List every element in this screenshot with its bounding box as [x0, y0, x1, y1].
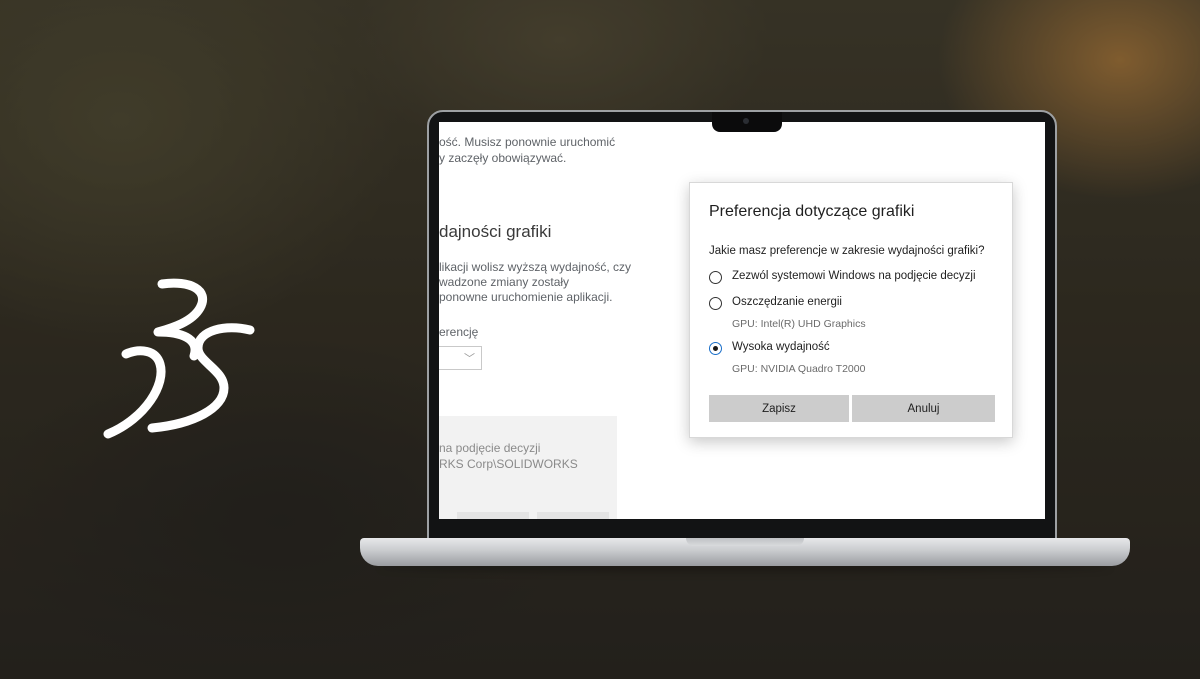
laptop-opening-groove — [686, 538, 804, 546]
bg-desc-line-2: wadzone zmiany zostały — [439, 275, 570, 289]
option-gpu-info: GPU: NVIDIA Quadro T2000 — [732, 363, 866, 375]
option-label: Zezwól systemowi Windows na podjęcie dec… — [732, 270, 976, 282]
bg-remove-button[interactable] — [537, 512, 609, 519]
laptop-base — [360, 538, 1130, 566]
radio-let-windows-decide[interactable] — [709, 271, 722, 284]
bg-text-line-1: ość. Musisz ponownie uruchomić — [439, 135, 616, 149]
graphics-preference-dialog: Preferencja dotyczące grafiki Jakie masz… — [689, 182, 1013, 438]
camera-icon — [743, 118, 749, 124]
option-gpu-info: GPU: Intel(R) UHD Graphics — [732, 318, 866, 330]
bg-select-label: erencję — [439, 325, 479, 339]
bg-app-type-select[interactable]: ﹀ — [439, 346, 482, 370]
bg-panel-line-1: na podjęcie decyzji — [439, 441, 541, 455]
bg-app-entry-panel[interactable]: na podjęcie decyzji RKS Corp\SOLIDWORKS — [439, 416, 617, 519]
dialog-question: Jakie masz preferencje w zakresie wydajn… — [709, 245, 985, 257]
option-label: Wysoka wydajność — [732, 341, 830, 353]
cancel-button[interactable]: Anuluj — [852, 395, 995, 422]
chevron-down-icon: ﹀ — [464, 353, 475, 365]
laptop-screen: ość. Musisz ponownie uruchomić y zaczęły… — [439, 122, 1045, 519]
bg-desc-line-3: ponowne uruchomienie aplikacji. — [439, 290, 613, 304]
laptop-lid: ość. Musisz ponownie uruchomić y zaczęły… — [427, 110, 1057, 542]
camera-notch — [712, 112, 782, 132]
3ds-logo-icon — [103, 278, 255, 439]
bg-text-line-2: y zaczęły obowiązywać. — [439, 151, 567, 165]
laptop: ość. Musisz ponownie uruchomić y zaczęły… — [360, 110, 1130, 572]
bg-section-heading: dajności grafiki — [439, 222, 552, 241]
bg-panel-line-2: RKS Corp\SOLIDWORKS — [439, 457, 578, 471]
bg-desc-line-1: likacji wolisz wyższą wydajność, czy — [439, 260, 632, 274]
option-label: Oszczędzanie energii — [732, 296, 842, 308]
dialog-title: Preferencja dotyczące grafiki — [709, 203, 915, 220]
radio-high-performance[interactable] — [709, 342, 722, 355]
radio-power-saving[interactable] — [709, 297, 722, 310]
bg-options-button[interactable] — [457, 512, 529, 519]
save-button[interactable]: Zapisz — [709, 395, 849, 422]
